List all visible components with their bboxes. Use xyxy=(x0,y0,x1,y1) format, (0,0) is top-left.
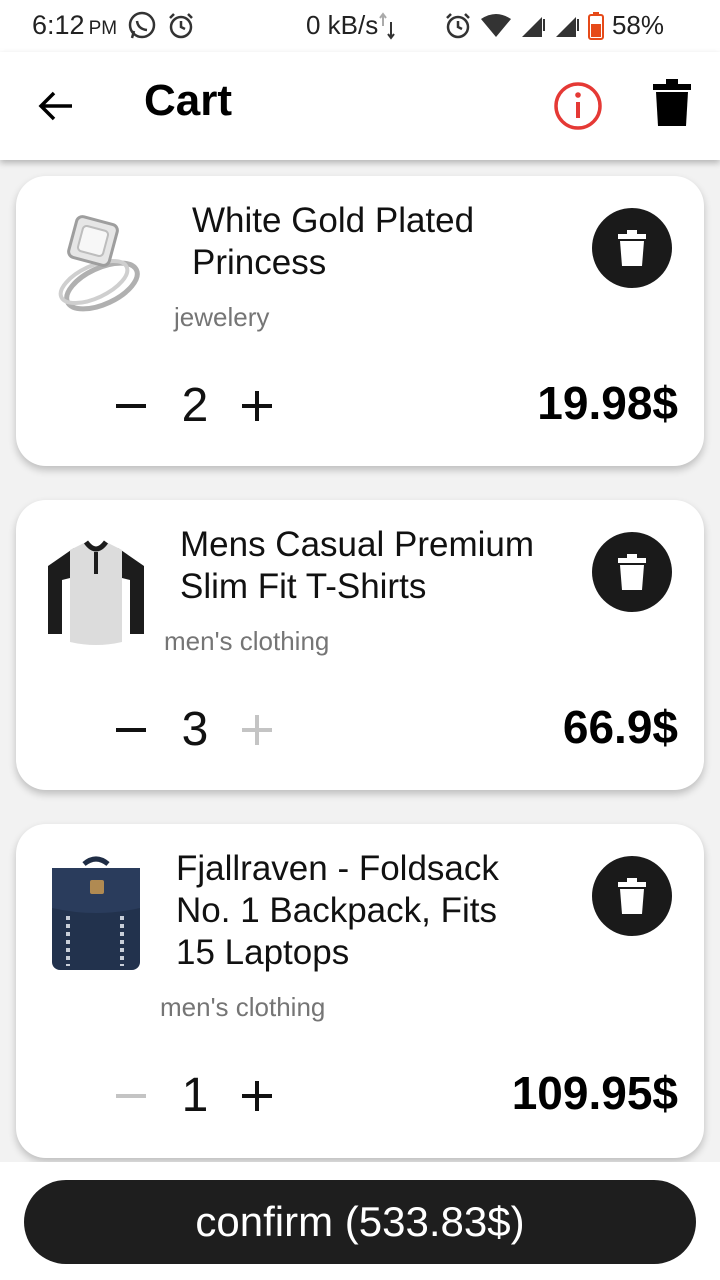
back-button[interactable] xyxy=(36,86,76,126)
item-price: 19.98$ xyxy=(537,377,678,429)
backpack-image xyxy=(44,854,148,972)
minus-icon xyxy=(116,403,146,408)
alarm-icon xyxy=(444,12,472,40)
quantity-stepper: 1 xyxy=(108,1068,282,1123)
status-left: 6:12 PM xyxy=(32,10,195,41)
quantity-stepper: 3 xyxy=(108,702,282,757)
item-category: men's clothing xyxy=(164,626,330,656)
item-quantity: 2 xyxy=(181,379,209,432)
confirm-button[interactable]: confirm (533.83$) xyxy=(24,1180,696,1264)
item-price: 109.95$ xyxy=(511,1067,678,1119)
wifi-icon xyxy=(480,13,512,39)
status-right: 58% xyxy=(444,10,664,41)
network-speed: 0 kB/s xyxy=(306,10,396,41)
app-bar: Cart xyxy=(0,52,720,160)
confirm-bar: confirm (533.83$) xyxy=(0,1162,720,1280)
item-title-line: Mens Casual Premium xyxy=(180,525,534,564)
page-title: Cart xyxy=(144,76,233,125)
increase-quantity-button[interactable] xyxy=(234,382,282,430)
info-button[interactable] xyxy=(552,80,604,132)
item-title-line: Princess xyxy=(192,243,327,282)
network-speed-value: 0 kB/s xyxy=(306,10,379,40)
item-quantity: 1 xyxy=(181,1069,209,1122)
data-transfer-icon xyxy=(378,11,396,40)
trash-icon xyxy=(618,230,646,266)
remove-item-button[interactable] xyxy=(592,208,672,288)
cart-item-card: White Gold Plated Princess jewelery 2 19… xyxy=(16,176,704,466)
item-title: White Gold Plated Princess xyxy=(192,200,474,284)
item-quantity: 3 xyxy=(181,703,209,756)
whatsapp-icon xyxy=(127,11,157,41)
status-bar: 6:12 PM 0 kB/s 58% xyxy=(0,0,720,52)
item-category: jewelery xyxy=(174,302,270,332)
item-title-line: Fjallraven - Foldsack xyxy=(176,849,499,888)
remove-item-button[interactable] xyxy=(592,856,672,936)
decrease-quantity-button[interactable] xyxy=(108,706,156,754)
status-time-value: 6:12 xyxy=(32,10,85,40)
item-price: 66.9$ xyxy=(562,701,678,753)
signal-icon xyxy=(554,13,580,39)
clear-cart-button[interactable] xyxy=(652,78,692,128)
trash-icon xyxy=(653,79,691,126)
alarm-icon xyxy=(167,12,195,40)
quantity-stepper: 2 xyxy=(108,378,282,433)
status-meridiem: PM xyxy=(88,18,118,39)
item-title-line: White Gold Plated xyxy=(192,201,475,240)
decrease-quantity-button[interactable] xyxy=(108,382,156,430)
item-title-line: Slim Fit T-Shirts xyxy=(180,567,427,606)
item-title-line: 15 Laptops xyxy=(176,933,350,972)
item-category: men's clothing xyxy=(160,992,326,1022)
decrease-quantity-button[interactable] xyxy=(108,1072,156,1120)
signal-icon xyxy=(520,13,546,39)
cart-item-card: Fjallraven - Foldsack No. 1 Backpack, Fi… xyxy=(16,824,704,1158)
item-title: Fjallraven - Foldsack No. 1 Backpack, Fi… xyxy=(176,848,499,974)
cart-item-card: Mens Casual Premium Slim Fit T-Shirts me… xyxy=(16,500,704,790)
status-time: 6:12 PM xyxy=(32,10,117,41)
item-title: Mens Casual Premium Slim Fit T-Shirts xyxy=(180,524,534,608)
remove-item-button[interactable] xyxy=(592,532,672,612)
ring-image xyxy=(44,206,148,324)
trash-icon xyxy=(618,878,646,914)
battery-percent: 58% xyxy=(611,10,664,40)
item-title-line: No. 1 Backpack, Fits xyxy=(176,891,497,930)
arrow-left-icon xyxy=(38,91,72,121)
increase-quantity-button[interactable] xyxy=(234,1072,282,1120)
tshirt-image xyxy=(44,530,148,648)
info-icon xyxy=(554,82,602,130)
battery-icon xyxy=(587,11,604,40)
trash-icon xyxy=(618,554,646,590)
minus-icon xyxy=(116,1093,146,1098)
minus-icon xyxy=(116,727,146,732)
increase-quantity-button[interactable] xyxy=(234,706,282,754)
